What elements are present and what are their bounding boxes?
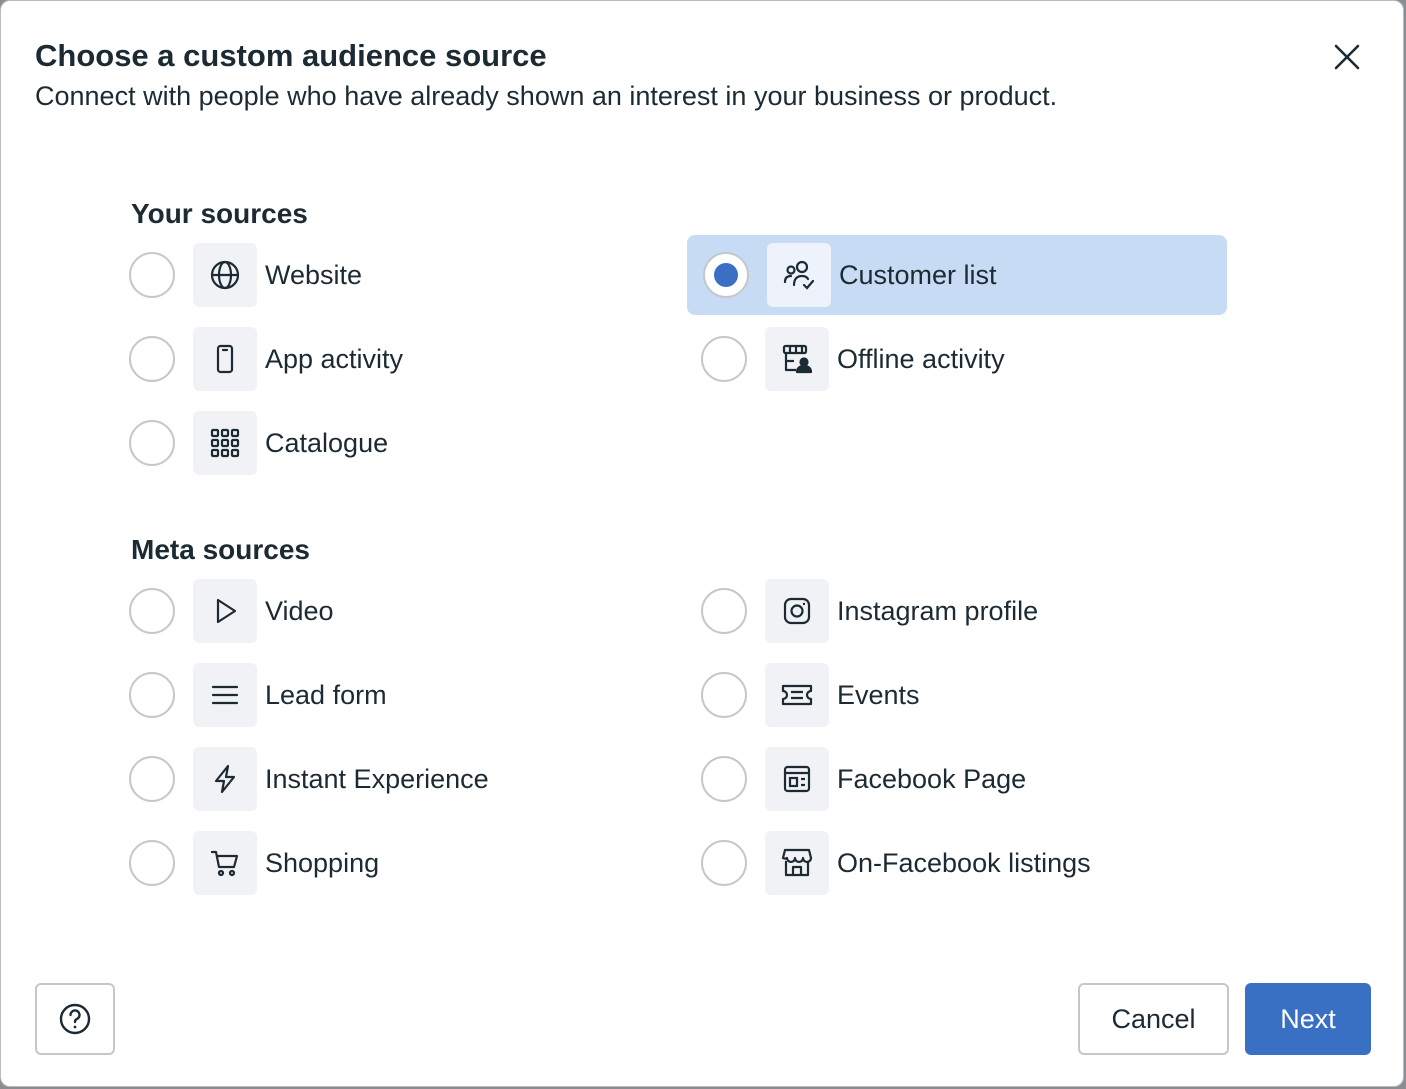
mobile-phone-icon: [193, 327, 257, 391]
option-label: Events: [837, 679, 920, 710]
option-label: Website: [265, 259, 363, 290]
instagram-icon: [765, 579, 829, 643]
radio-button[interactable]: [129, 252, 175, 298]
option-label: App activity: [265, 343, 404, 374]
help-button[interactable]: [35, 983, 115, 1055]
page-icon: [765, 747, 829, 811]
radio-button-selected[interactable]: [703, 252, 749, 298]
cart-icon: [193, 831, 257, 895]
close-button[interactable]: [1319, 29, 1375, 85]
option-label: Catalogue: [265, 427, 389, 458]
option-label: Customer list: [839, 259, 997, 290]
option-events[interactable]: Events: [701, 655, 1243, 735]
option-on-facebook-listings[interactable]: On-Facebook listings: [701, 823, 1243, 903]
radio-dot: [714, 263, 738, 287]
play-icon: [193, 579, 257, 643]
option-video[interactable]: Video: [129, 571, 671, 651]
option-website[interactable]: Website: [129, 235, 671, 315]
radio-button[interactable]: [701, 336, 747, 382]
option-label: Offline activity: [837, 343, 1005, 374]
globe-icon: [193, 243, 257, 307]
question-circle-icon: [58, 1002, 92, 1036]
grid-icon: [193, 411, 257, 475]
radio-button[interactable]: [701, 756, 747, 802]
option-facebook-page[interactable]: Facebook Page: [701, 739, 1243, 819]
close-icon: [1333, 43, 1361, 71]
option-label: Instant Experience: [265, 763, 489, 794]
dialog-title: Choose a custom audience source: [35, 38, 547, 73]
option-label: Lead form: [265, 679, 387, 710]
option-label: Facebook Page: [837, 763, 1027, 794]
option-lead-form[interactable]: Lead form: [129, 655, 671, 735]
option-customer-list[interactable]: Customer list: [687, 235, 1227, 315]
storefront-icon: [765, 831, 829, 895]
menu-lines-icon: [193, 663, 257, 727]
customer-list-icon: [767, 243, 831, 307]
option-instagram-profile[interactable]: Instagram profile: [701, 571, 1243, 651]
radio-button[interactable]: [701, 672, 747, 718]
dialog-subtitle: Connect with people who have already sho…: [35, 81, 1058, 111]
radio-button[interactable]: [129, 420, 175, 466]
meta-sources-heading: Meta sources: [131, 534, 310, 565]
option-offline-activity[interactable]: Offline activity: [701, 319, 1243, 399]
option-shopping[interactable]: Shopping: [129, 823, 671, 903]
cancel-button[interactable]: Cancel: [1078, 983, 1229, 1055]
radio-button[interactable]: [129, 756, 175, 802]
offline-store-icon: [765, 327, 829, 391]
next-button[interactable]: Next: [1245, 983, 1371, 1055]
radio-button[interactable]: [129, 840, 175, 886]
custom-audience-dialog: Choose a custom audience source Connect …: [0, 0, 1404, 1087]
option-label: Video: [265, 595, 334, 626]
option-app-activity[interactable]: App activity: [129, 319, 671, 399]
option-label: On-Facebook listings: [837, 847, 1091, 878]
your-sources-heading: Your sources: [131, 198, 308, 229]
radio-button[interactable]: [701, 588, 747, 634]
option-label: Shopping: [265, 847, 380, 878]
ticket-icon: [765, 663, 829, 727]
option-catalogue[interactable]: Catalogue: [129, 403, 671, 483]
option-instant-experience[interactable]: Instant Experience: [129, 739, 671, 819]
radio-button[interactable]: [129, 336, 175, 382]
lightning-icon: [193, 747, 257, 811]
radio-button[interactable]: [129, 672, 175, 718]
radio-button[interactable]: [701, 840, 747, 886]
radio-button[interactable]: [129, 588, 175, 634]
option-label: Instagram profile: [837, 595, 1039, 626]
